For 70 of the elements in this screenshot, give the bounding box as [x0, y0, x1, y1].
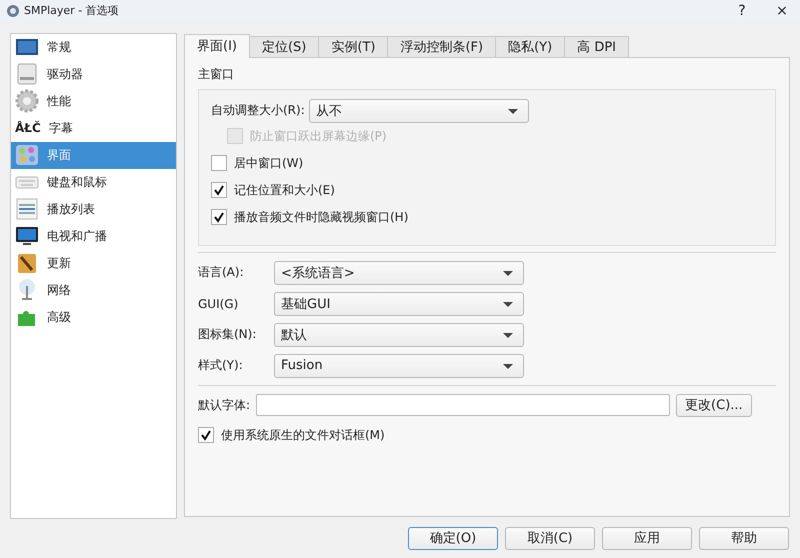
app-icon — [6, 4, 20, 18]
drive-icon — [15, 62, 39, 86]
checkbox[interactable] — [198, 427, 214, 444]
setting-dropdown[interactable]: <系统语言> — [274, 260, 524, 285]
change-font-button[interactable]: 更改(C)... — [676, 394, 752, 417]
category-label: 性能 — [47, 92, 71, 110]
category-item[interactable]: 播放列表 — [11, 196, 176, 223]
font-label: 默认字体: — [198, 396, 250, 414]
category-item[interactable]: 性能 — [11, 88, 176, 115]
tab[interactable]: 界面(I) — [184, 34, 250, 58]
palette-icon — [15, 143, 39, 168]
setting-dropdown[interactable]: 默认 — [274, 322, 524, 347]
category-label: 字幕 — [49, 120, 73, 137]
tab[interactable]: 定位(S) — [248, 36, 320, 57]
checkbox-label: 记住位置和大小(E) — [234, 182, 335, 199]
tab[interactable]: 隐私(Y) — [495, 36, 566, 57]
category-label: 播放列表 — [47, 200, 95, 218]
category-item[interactable]: 常规 — [11, 34, 176, 61]
category-label: 电视和广播 — [47, 228, 107, 245]
close-button[interactable]: × — [764, 2, 800, 19]
checkbox[interactable] — [211, 155, 227, 172]
dropdown-arrow-icon — [503, 332, 513, 338]
toolbox-icon — [15, 251, 39, 276]
category-item[interactable]: 键盘和鼠标 — [11, 168, 176, 196]
dialog-button[interactable]: 帮助 — [699, 526, 789, 550]
category-item[interactable]: 界面 — [11, 142, 176, 169]
category-label: 更新 — [47, 254, 71, 272]
tab[interactable]: 实例(T) — [318, 36, 388, 57]
category-item[interactable]: 电视和广播 — [11, 222, 176, 250]
checkbox[interactable] — [211, 209, 227, 226]
resize-dropdown[interactable]: 从不 — [308, 98, 529, 123]
subtitle-icon: ÅŁČ — [15, 121, 41, 136]
setting-label: GUI(G) — [198, 296, 240, 311]
resize-label: 自动调整大小(R): — [211, 102, 305, 120]
tab[interactable]: 高 DPI — [564, 36, 630, 57]
gear-icon — [15, 89, 39, 114]
category-label: 常规 — [47, 38, 71, 56]
checkbox[interactable] — [211, 182, 227, 198]
help-button[interactable]: ? — [724, 2, 760, 19]
category-label: 高级 — [47, 308, 71, 326]
font-field[interactable] — [256, 394, 670, 416]
setting-label: 语言(A): — [198, 264, 245, 282]
setting-dropdown[interactable]: Fusion — [274, 354, 524, 378]
dialog-button[interactable]: 确定(O) — [408, 526, 498, 550]
category-item[interactable]: 高级 — [11, 304, 176, 331]
dropdown-arrow-icon — [508, 108, 518, 114]
group-title: 主窗口 — [198, 66, 235, 83]
category-label: 网络 — [47, 282, 71, 299]
category-label: 界面 — [47, 146, 71, 164]
checkbox-label: 居中窗口(W) — [234, 154, 304, 172]
dropdown-arrow-icon — [503, 270, 513, 276]
setting-dropdown[interactable]: 基础GUI — [274, 292, 524, 316]
dialog-button[interactable]: 取消(C) — [505, 526, 595, 550]
checkbox-label: 播放音频文件时隐藏视频窗口(H) — [234, 208, 408, 226]
category-label: 驱动器 — [47, 66, 83, 83]
checkbox-label: 防止窗口跃出屏幕边缘(P) — [250, 128, 387, 145]
category-item[interactable]: 网络 — [11, 276, 176, 304]
category-item[interactable]: 更新 — [11, 250, 176, 277]
tab[interactable]: 浮动控制条(F) — [387, 36, 496, 57]
window-title: SMPlayer - 首选项 — [24, 3, 119, 18]
list-icon — [15, 197, 39, 222]
dialog-button[interactable]: 应用 — [602, 526, 692, 550]
category-item[interactable]: ÅŁČ 字幕 — [11, 114, 176, 142]
setting-label: 图标集(N): — [198, 326, 258, 344]
dropdown-arrow-icon — [503, 364, 513, 369]
checkbox-label: 使用系统原生的文件对话框(M) — [221, 426, 385, 444]
category-label: 键盘和鼠标 — [47, 174, 107, 191]
category-item[interactable]: 驱动器 — [11, 60, 176, 88]
setting-label: 样式(Y): — [198, 357, 244, 374]
dropdown-arrow-icon — [503, 302, 513, 307]
